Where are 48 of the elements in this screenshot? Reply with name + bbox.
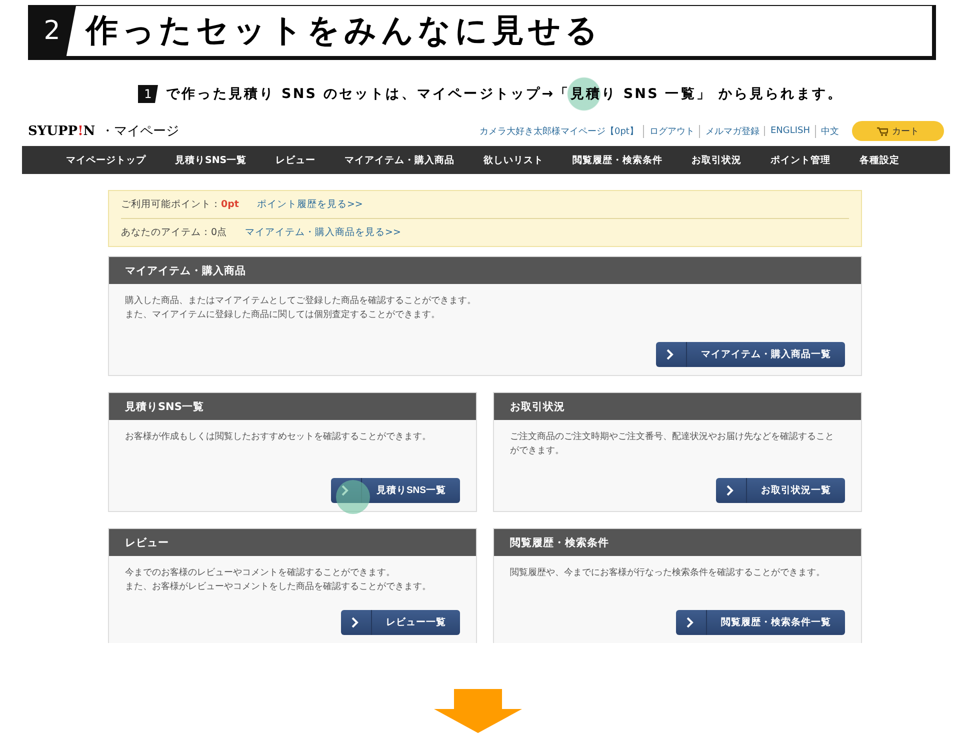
section-button[interactable]: お取引状況一覧 <box>716 478 845 503</box>
step-number: 2 <box>28 6 76 56</box>
header-link[interactable]: メルマガ登録 <box>699 124 760 138</box>
section-button[interactable]: 見積りSNS一覧 <box>331 478 460 503</box>
nav-item[interactable]: マイページトップ <box>66 154 146 166</box>
section-button[interactable]: レビュー一覧 <box>341 610 460 635</box>
nav-item[interactable]: マイアイテム・購入商品 <box>344 154 455 166</box>
info-link[interactable]: マイアイテム・購入商品を見る>> <box>245 226 401 239</box>
section-title: 見積りSNS一覧 <box>109 393 476 420</box>
info-label: あなたのアイテム： <box>121 226 211 239</box>
section-description: お客様が作成もしくは閲覧したおすすめセットを確認することができます。 <box>125 430 432 444</box>
section-button[interactable]: 閲覧履歴・検索条件一覧 <box>676 610 845 635</box>
info-value: 0点 <box>211 226 228 239</box>
section-title: レビュー <box>109 529 476 556</box>
section-description: 購入した商品、またはマイアイテムとしてご登録した商品を確認することができます。 また、マイアイテムに登録した商品に関しては個別査定することができます。 <box>125 294 477 322</box>
nav-item[interactable]: レビュー <box>276 154 316 166</box>
nav-item[interactable]: 見積りSNS一覧 <box>175 154 247 166</box>
header-link[interactable]: 中文 <box>815 124 839 138</box>
section-title: 閲覧履歴・検索条件 <box>494 529 861 556</box>
section-title: マイアイテム・購入商品 <box>109 257 861 284</box>
nav-item[interactable]: 閲覧履歴・検索条件 <box>572 154 663 166</box>
chevron-icon <box>686 617 694 628</box>
section-description: 今までのお客様のレビューやコメントを確認することができます。 また、お客様がレビューやコメントをした商品を確認することができます。 <box>125 566 432 594</box>
header-link[interactable]: ログアウト <box>643 124 694 138</box>
step-title: 作ったセットをみんなに見せる <box>86 10 602 51</box>
cart-icon <box>877 126 888 136</box>
chevron-icon <box>726 485 734 496</box>
chevron-icon <box>341 485 350 496</box>
site-logo[interactable]: SYUPP!N ・マイページ <box>28 122 180 140</box>
info-label: ご利用可能ポイント： <box>121 198 221 211</box>
section-description: ご注文商品のご注文時期やご注文番号、配達状況やお届け先などを確認すること ができます。 <box>510 430 835 458</box>
note-number: 1 <box>138 85 158 103</box>
nav-item[interactable]: ポイント管理 <box>770 154 831 166</box>
highlight-circle <box>336 480 370 514</box>
info-link[interactable]: ポイント履歴を見る>> <box>256 198 363 211</box>
nav-item[interactable]: 各種設定 <box>860 154 900 166</box>
chevron-icon <box>666 349 674 360</box>
section-button[interactable]: マイアイテム・購入商品一覧 <box>656 342 845 367</box>
chevron-icon <box>351 617 359 628</box>
header-link[interactable]: カメラ大好き太郎様マイページ【0pt】 <box>479 124 638 138</box>
section-title: お取引状況 <box>494 393 861 420</box>
header-link[interactable]: ENGLISH <box>764 126 810 136</box>
section-description: 閲覧履歴や、今までにお客様が行なった検索条件を確認することができます。 <box>510 566 826 580</box>
info-value: 0pt <box>221 199 239 210</box>
cart-button[interactable]: カート <box>852 121 944 141</box>
down-arrow-icon <box>434 689 522 733</box>
nav-item[interactable]: 欲しいリスト <box>484 154 544 166</box>
nav-item[interactable]: お取引状況 <box>692 154 742 166</box>
